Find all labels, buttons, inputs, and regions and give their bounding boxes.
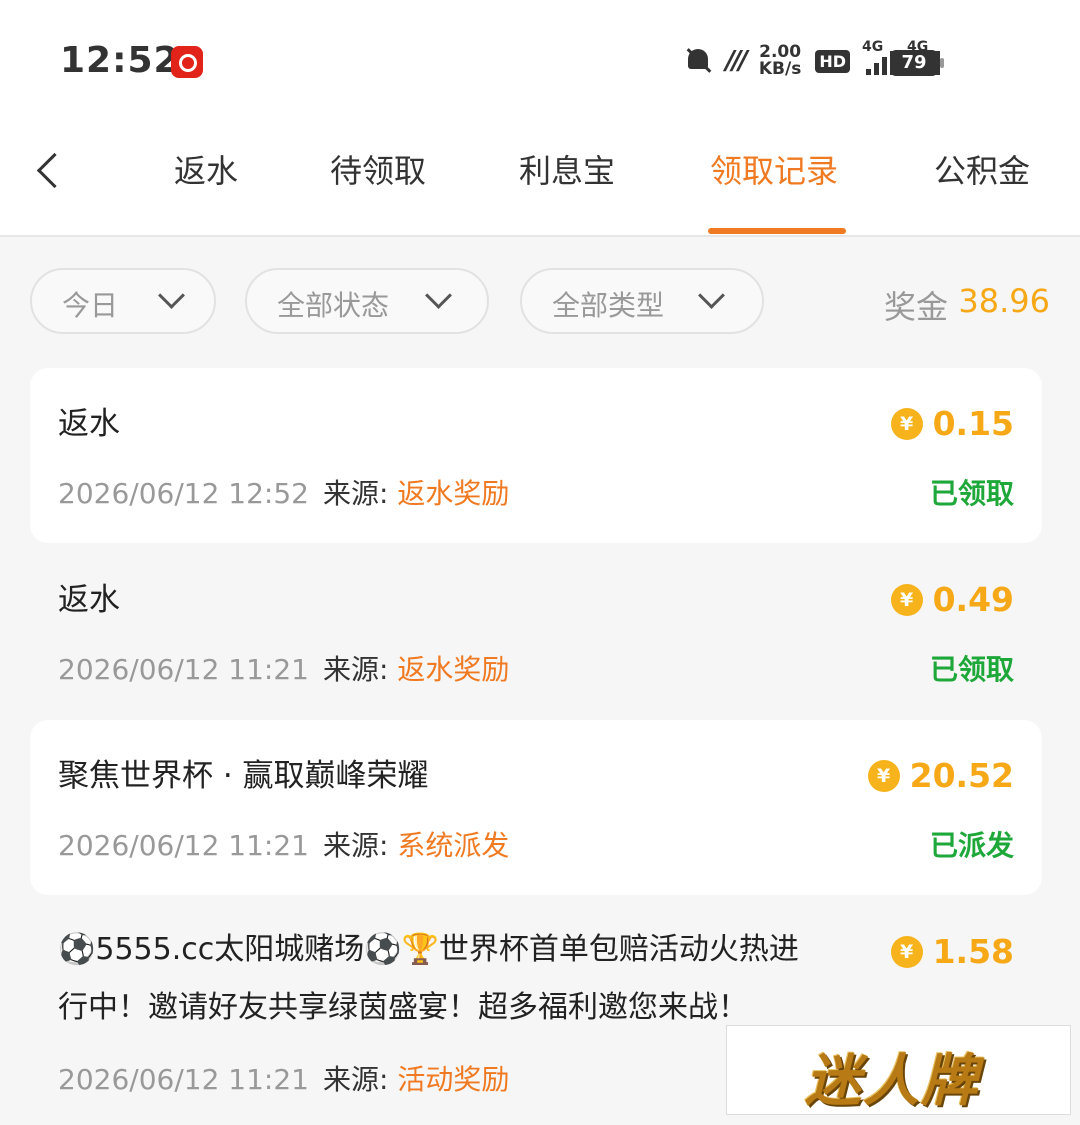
chevron-down-icon — [698, 282, 725, 309]
tab-rebate[interactable]: 返水 — [174, 146, 238, 192]
record-amount: ¥ 0.49 — [890, 580, 1014, 619]
record-meta: 2026/06/12 11:21 来源: 活动奖励 — [58, 1063, 510, 1096]
tab-interest[interactable]: 利息宝 — [519, 146, 615, 192]
bonus-label: 奖金 — [883, 288, 948, 326]
tab-pending[interactable]: 待领取 — [330, 146, 426, 192]
record-amount: ¥ 0.15 — [890, 404, 1014, 443]
record-meta: 2026/06/12 12:52 来源: 返水奖励 — [58, 477, 510, 510]
chevron-down-icon — [425, 282, 452, 309]
record-amount: ¥ 1.58 — [890, 932, 1014, 971]
status-badge: 已领取 — [929, 653, 1014, 686]
record-item[interactable]: 返水 ¥ 0.15 2026/06/12 12:52 来源: 返水奖励 已领取 — [30, 368, 1042, 543]
yuan-coin-icon: ¥ — [867, 759, 900, 792]
watermark-logo: 迷人牌 — [726, 1025, 1071, 1115]
yuan-coin-icon: ¥ — [890, 935, 923, 968]
tab-header: 返水 待领取 利息宝 领取记录 公积金 — [0, 120, 1080, 237]
mute-bell-icon — [685, 47, 711, 75]
record-title: 聚焦世界杯 · 赢取巅峰荣耀 — [58, 758, 429, 794]
date-filter[interactable]: 今日 — [30, 268, 216, 334]
back-button[interactable] — [28, 148, 68, 194]
status-filter[interactable]: 全部状态 — [245, 268, 489, 334]
status-badge: 已派发 — [929, 829, 1014, 862]
record-meta: 2026/06/12 11:21 来源: 返水奖励 — [58, 653, 510, 686]
nfc-icon: /// — [725, 46, 747, 76]
network-speed: 2.00 KB/s — [758, 42, 802, 79]
record-title-line1: ⚽5555.cc太阳城赌场⚽🏆世界杯首单包赔活动火热进 — [58, 932, 799, 967]
yuan-coin-icon: ¥ — [890, 407, 923, 440]
status-bar: 12:52 /// 2.00 KB/s HD 4G 4G 79 — [0, 0, 1080, 120]
hd-voice-icon: HD — [815, 49, 850, 73]
status-badge: 已领取 — [929, 477, 1014, 510]
record-item[interactable]: 聚焦世界杯 · 赢取巅峰荣耀 ¥ 20.52 2026/06/12 11:21 来… — [30, 720, 1042, 895]
record-title: 返水 — [58, 406, 120, 442]
yuan-coin-icon: ¥ — [890, 583, 923, 616]
chevron-down-icon — [158, 282, 185, 309]
active-tab-indicator — [708, 228, 846, 234]
music-app-icon — [171, 46, 203, 78]
tab-claim-records[interactable]: 领取记录 — [710, 146, 838, 192]
record-meta: 2026/06/12 11:21 来源: 系统派发 — [58, 829, 510, 862]
record-item[interactable]: 返水 ¥ 0.49 2026/06/12 11:21 来源: 返水奖励 已领取 — [30, 544, 1042, 719]
status-time: 12:52 — [60, 40, 180, 81]
battery-icon: 79 — [890, 50, 944, 76]
tab-provident-fund[interactable]: 公积金 — [934, 146, 1030, 192]
type-filter[interactable]: 全部类型 — [520, 268, 764, 334]
record-amount: ¥ 20.52 — [867, 756, 1014, 795]
record-title-line2: 行中！邀请好友共享绿茵盛宴！超多福利邀您来战！ — [58, 990, 748, 1025]
record-title: 返水 — [58, 582, 120, 618]
bonus-total: 38.96 — [958, 282, 1050, 320]
